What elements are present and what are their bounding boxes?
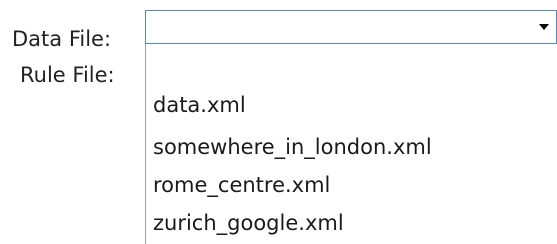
dropdown-option[interactable]: rome_centre.xml (153, 172, 330, 198)
data-file-label: Data File: (12, 27, 112, 51)
file-selection-form: Data File: Rule File: data.xml somewhere… (0, 0, 557, 244)
dropdown-option[interactable]: data.xml (153, 92, 246, 118)
data-file-combobox[interactable] (145, 10, 557, 44)
data-file-dropdown-list: data.xml somewhere_in_london.xml rome_ce… (145, 44, 557, 244)
triangle-down-icon[interactable] (532, 11, 556, 43)
dropdown-option[interactable]: somewhere_in_london.xml (153, 134, 432, 160)
dropdown-option[interactable]: zurich_google.xml (153, 210, 344, 236)
rule-file-label: Rule File: (20, 63, 115, 87)
